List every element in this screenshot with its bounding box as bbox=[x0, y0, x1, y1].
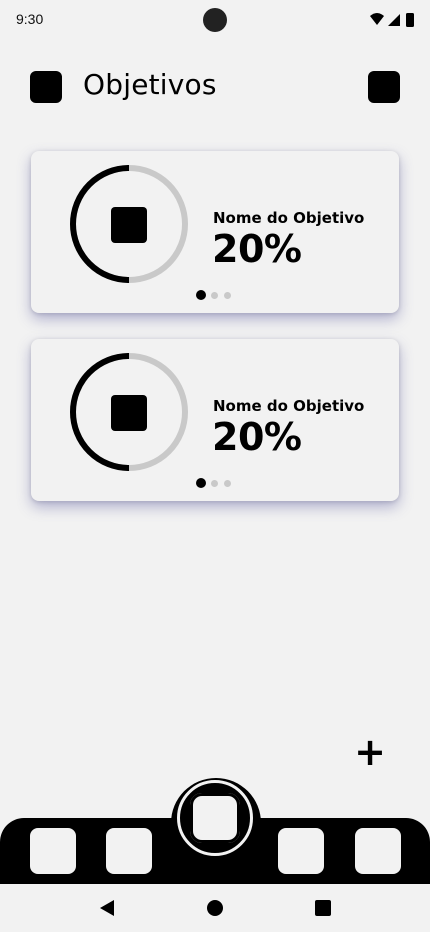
recents-icon[interactable] bbox=[315, 900, 331, 916]
menu-button[interactable] bbox=[30, 71, 62, 103]
pager-dots bbox=[196, 290, 237, 300]
camera-cutout bbox=[203, 8, 227, 32]
pager-dot[interactable] bbox=[211, 479, 218, 487]
pager-dot[interactable] bbox=[211, 291, 218, 299]
status-time: 9:30 bbox=[16, 11, 44, 27]
nav-item-1[interactable] bbox=[30, 828, 76, 874]
pager-dots bbox=[196, 478, 237, 488]
status-bar: 9:30 bbox=[0, 0, 430, 40]
goal-card[interactable]: Nome do Objetivo 20% bbox=[31, 339, 399, 501]
goal-percent: 20% bbox=[212, 227, 302, 271]
pager-dot-active[interactable] bbox=[196, 290, 206, 300]
app-header: Objetivos bbox=[0, 60, 430, 116]
goal-name: Nome do Objetivo bbox=[213, 397, 365, 415]
page-title: Objetivos bbox=[83, 68, 217, 101]
pager-dot[interactable] bbox=[224, 291, 231, 299]
signal-icon bbox=[388, 14, 400, 26]
pager-dot-active[interactable] bbox=[196, 478, 206, 488]
wifi-icon bbox=[370, 13, 384, 25]
goal-square-icon bbox=[111, 395, 147, 431]
nav-item-4[interactable] bbox=[355, 828, 401, 874]
nav-item-3[interactable] bbox=[278, 828, 324, 874]
add-goal-button[interactable]: + bbox=[354, 733, 386, 771]
system-nav-bar bbox=[0, 884, 430, 932]
goal-percent: 20% bbox=[212, 415, 302, 459]
pager-dot[interactable] bbox=[224, 479, 231, 487]
center-square-icon[interactable] bbox=[190, 793, 240, 843]
goal-name: Nome do Objetivo bbox=[213, 209, 365, 227]
nav-item-2[interactable] bbox=[106, 828, 152, 874]
home-icon[interactable] bbox=[207, 900, 223, 916]
goal-square-icon bbox=[111, 207, 147, 243]
goal-card[interactable]: Nome do Objetivo 20% bbox=[31, 151, 399, 313]
header-action-button[interactable] bbox=[368, 71, 400, 103]
back-icon[interactable] bbox=[100, 900, 114, 916]
status-icons bbox=[370, 13, 414, 27]
battery-icon bbox=[406, 13, 414, 27]
